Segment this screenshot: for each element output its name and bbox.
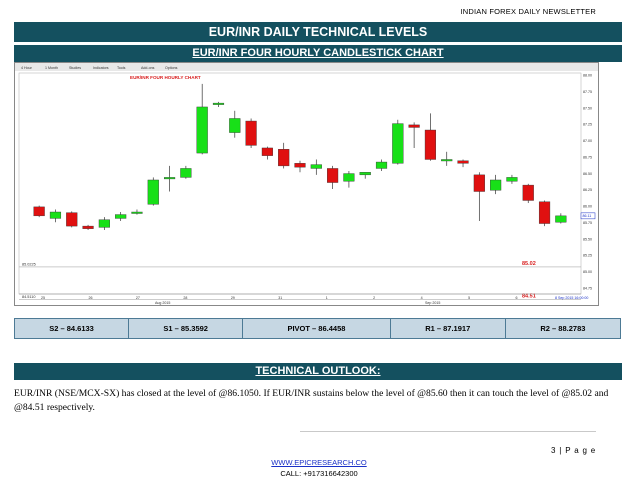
x-tick-label: 26: [88, 296, 92, 300]
newsletter-title: INDIAN FOREX DAILY NEWSLETTER: [460, 7, 596, 16]
outlook-text: EUR/INR (NSE/MCX-SX) has closed at the l…: [14, 388, 609, 413]
candle-body: [245, 120, 257, 146]
x-tick-label: 5: [468, 296, 470, 300]
price-level-label: 84.5110: [22, 295, 35, 299]
candle-body: [294, 163, 306, 168]
candle-body: [424, 129, 437, 160]
candle-body: [163, 177, 176, 180]
y-tick-label: 88.00: [583, 74, 592, 78]
candle-body: [506, 177, 518, 182]
toolbar-item: Studies: [69, 66, 81, 70]
candle-body: [538, 201, 551, 224]
y-tick-label: 85.50: [583, 237, 592, 241]
y-tick-label: 87.25: [583, 123, 592, 127]
price-level-label: 85.0225: [22, 262, 36, 266]
x-tick-label: 6: [516, 296, 518, 300]
candle-body: [212, 102, 225, 105]
candle-body: [473, 174, 485, 192]
y-tick-label: 85.25: [583, 254, 592, 258]
outlook-title: TECHNICAL OUTLOOK:: [14, 363, 622, 380]
candle-body: [441, 159, 453, 162]
x-tick-label: 29: [231, 296, 235, 300]
x-month-label: Aug 2015: [155, 301, 170, 305]
candle-body: [522, 184, 534, 201]
candle-body: [359, 172, 371, 176]
level-r1: R1 – 87.1917: [389, 318, 506, 339]
candle-body: [33, 206, 45, 217]
level-s1: S1 – 85.3592: [128, 318, 244, 339]
toolbar-item: Indicators: [93, 66, 109, 70]
candle-body: [49, 211, 62, 219]
toolbar-item: 4 Hour: [21, 66, 33, 70]
y-tick-label: 85.00: [583, 270, 592, 274]
candle-body: [229, 118, 241, 133]
candle-body: [490, 179, 502, 191]
candle-body: [327, 168, 339, 183]
y-tick-label: 86.00: [583, 205, 592, 209]
x-tick-label: 1: [326, 296, 328, 300]
chart-label: EUR/INR FOUR HOURLY CHART: [130, 75, 201, 80]
candle-body: [310, 164, 322, 169]
candle-body: [555, 215, 567, 223]
target-annotation: 84.51: [522, 294, 536, 300]
y-tick-label: 86.75: [583, 155, 592, 159]
call-number: CALL: +917316642300: [280, 469, 358, 478]
candle-body: [98, 219, 110, 228]
candle-body: [131, 211, 143, 214]
y-tick-label: 85.75: [583, 221, 592, 225]
x-tick-label: 28: [183, 296, 187, 300]
x-tick-label: 31: [278, 296, 282, 300]
candle-body: [392, 123, 404, 164]
levels-table: S2 – 84.6133 S1 – 85.3592 PIVOT – 86.445…: [13, 318, 622, 339]
y-tick-label: 87.75: [583, 90, 592, 94]
x-month-label: Sep 2015: [425, 301, 440, 305]
target-annotation: 85.02: [522, 261, 536, 267]
candle-body: [180, 168, 192, 178]
x-tick-label: 2: [373, 296, 375, 300]
candle-body: [408, 124, 420, 128]
x-tick-label: 25: [41, 296, 45, 300]
toolbar-item: Options: [165, 66, 178, 70]
x-tick-label: 4: [421, 296, 423, 300]
x-tick-label: 8 Sep 2015 16:00:00: [555, 296, 588, 300]
page-number: 3 | P a g e: [551, 446, 596, 455]
chart-canvas: 4 Hour 1 Month Studies Indicators Tools Add-o…: [15, 63, 598, 305]
last-price-label: 86.11: [583, 214, 592, 218]
toolbar-item: 1 Month: [45, 66, 58, 70]
y-tick-label: 86.50: [583, 172, 592, 176]
y-tick-label: 87.00: [583, 139, 592, 143]
candlestick-chart: 4 Hour 1 Month Studies Indicators Tools Add-o…: [14, 62, 599, 306]
candle-body: [196, 106, 208, 154]
candle-body: [343, 173, 355, 182]
report-title: EUR/INR DAILY TECHNICAL LEVELS: [14, 22, 622, 42]
x-tick-label: 27: [136, 296, 140, 300]
toolbar-item: Add-ons: [141, 66, 155, 70]
candle-body: [115, 214, 127, 219]
candle-body: [82, 225, 94, 229]
y-tick-label: 86.25: [583, 188, 592, 192]
level-r2: R2 – 88.2783: [504, 318, 622, 339]
candle-body: [375, 161, 388, 169]
website-link[interactable]: WWW.EPICRESEARCH.CO: [0, 458, 638, 467]
toolbar-item: Tools: [117, 66, 126, 70]
candle-body: [66, 212, 78, 227]
y-tick-label: 84.75: [583, 287, 592, 291]
footer-divider: [300, 431, 596, 432]
chart-section-title: EUR/INR FOUR HOURLY CANDLESTICK CHART: [14, 45, 622, 62]
candle-body: [147, 179, 159, 205]
candle-body: [457, 160, 469, 164]
level-s2: S2 – 84.6133: [13, 318, 130, 339]
candle-body: [278, 149, 290, 167]
level-pivot: PIVOT – 86.4458: [242, 318, 391, 339]
candle-body: [261, 147, 273, 156]
y-tick-label: 87.50: [583, 106, 592, 110]
